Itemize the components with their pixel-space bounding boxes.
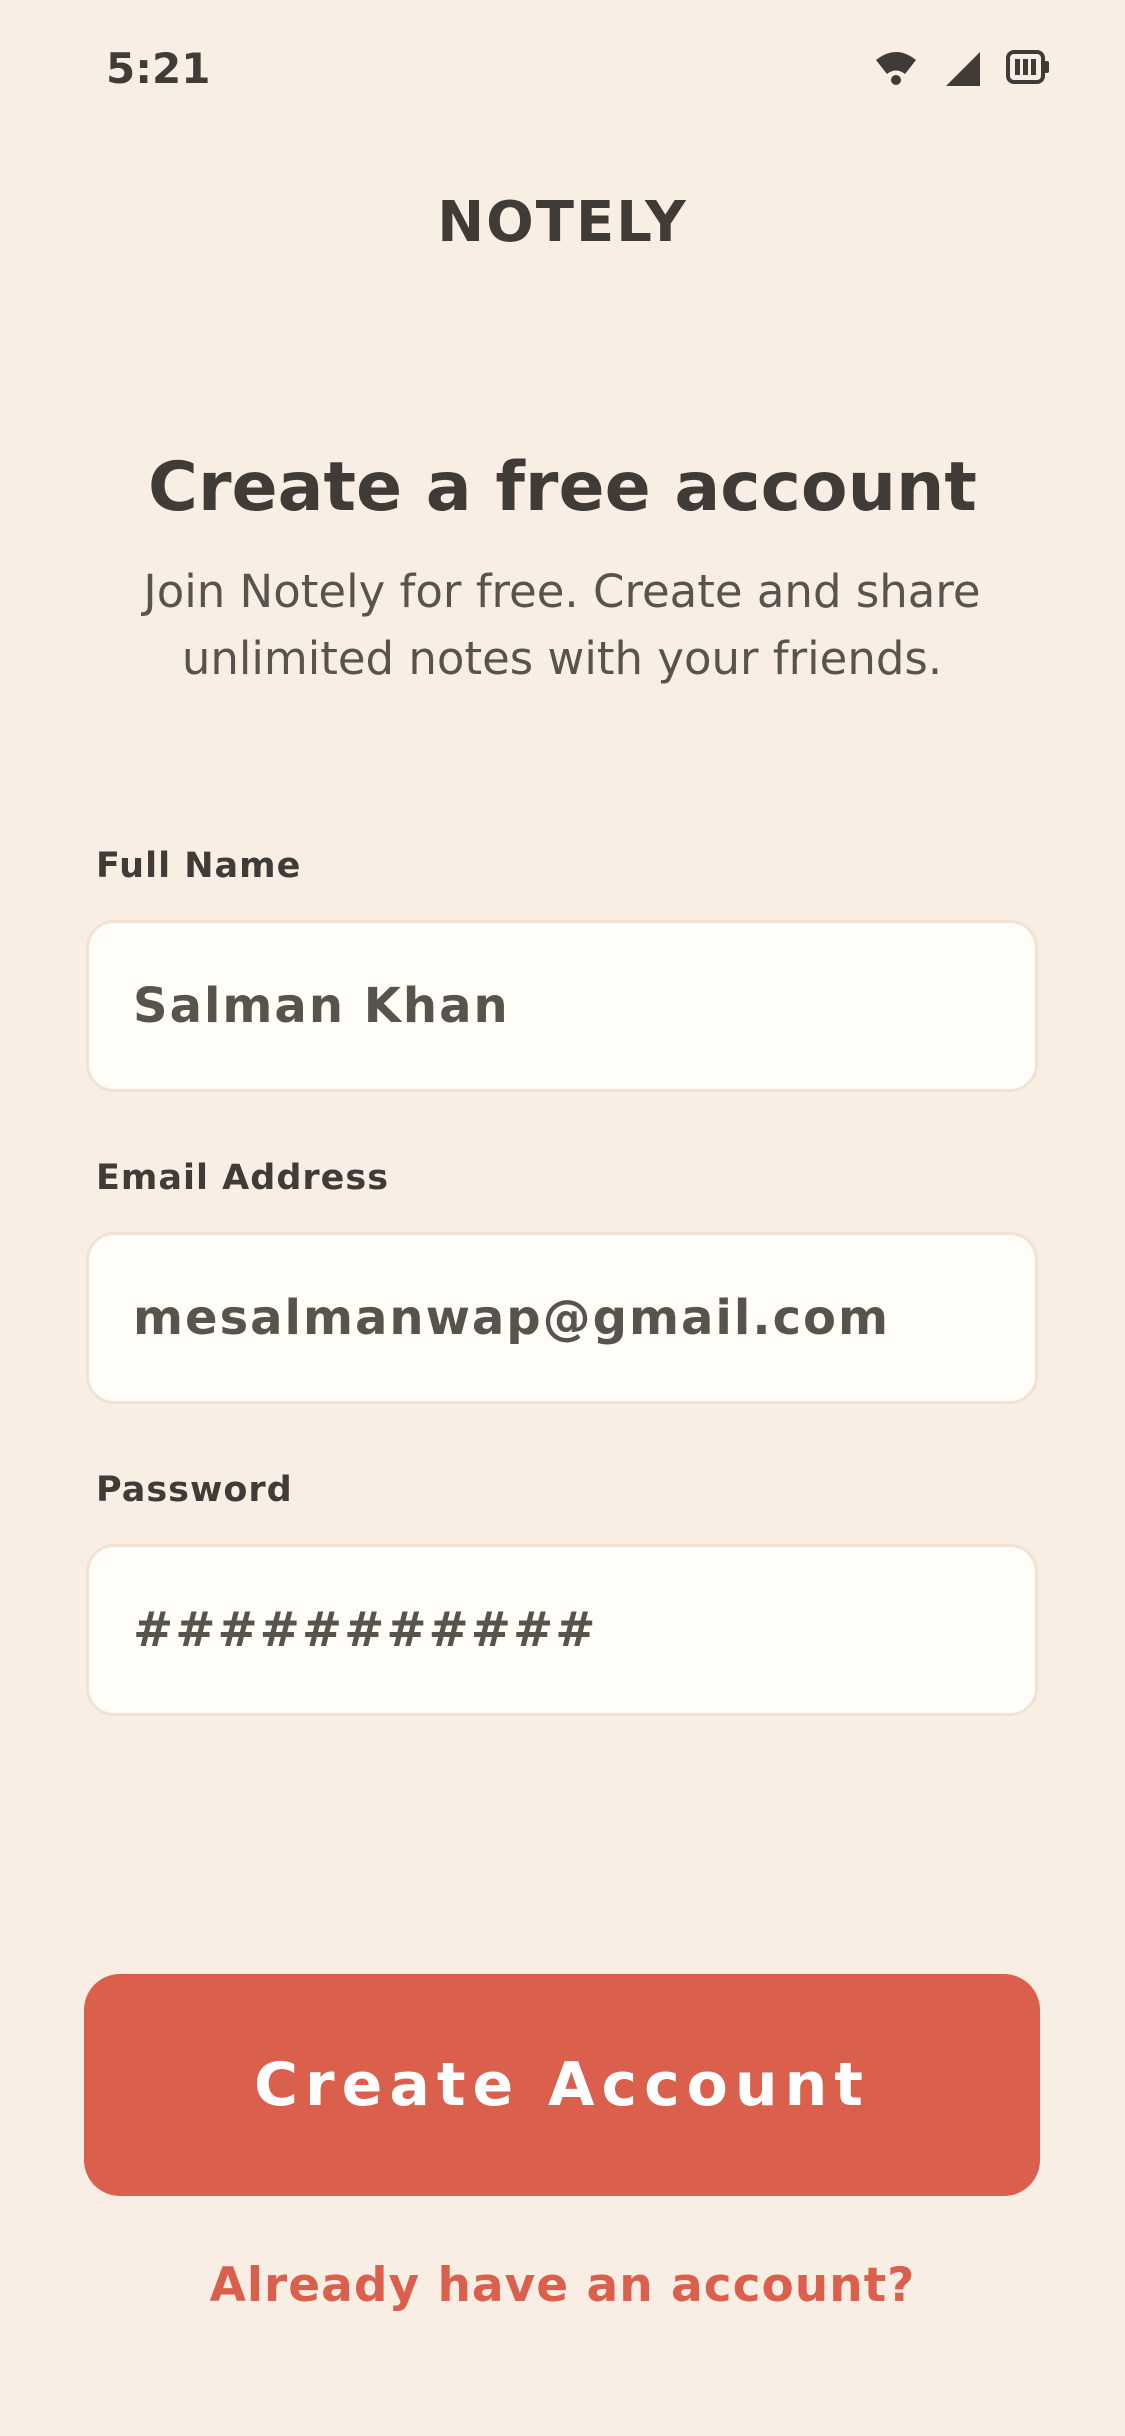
status-time: 5:21 bbox=[106, 44, 211, 93]
page-title: Create a free account bbox=[148, 448, 977, 527]
email-label: Email Address bbox=[96, 1158, 390, 1198]
password-input[interactable]: ########### bbox=[86, 1544, 1038, 1716]
app-logo: NOTELY bbox=[437, 190, 688, 255]
subtitle-line-1: Join Notely for free. Create and share bbox=[143, 565, 981, 618]
battery-icon bbox=[1006, 50, 1049, 84]
status-icons bbox=[874, 50, 1050, 90]
login-link[interactable]: Already have an account? bbox=[0, 2258, 1125, 2313]
full-name-input[interactable]: Salman Khan bbox=[86, 920, 1038, 1092]
password-label: Password bbox=[96, 1470, 293, 1510]
full-name-label: Full Name bbox=[96, 846, 302, 886]
subtitle-line-2: unlimited notes with your friends. bbox=[181, 632, 943, 685]
password-value: ########### bbox=[133, 1602, 598, 1658]
status-bar: 5:21 bbox=[0, 0, 1125, 140]
full-name-value: Salman Khan bbox=[133, 978, 510, 1034]
email-value: mesalmanwap@gmail.com bbox=[133, 1290, 891, 1346]
page-subtitle: Join Notely for free. Create and share u… bbox=[112, 558, 1012, 692]
wifi-icon bbox=[876, 52, 916, 85]
email-input[interactable]: mesalmanwap@gmail.com bbox=[86, 1232, 1038, 1404]
create-account-button[interactable]: Create Account bbox=[84, 1974, 1040, 2196]
signal-icon bbox=[946, 52, 980, 86]
